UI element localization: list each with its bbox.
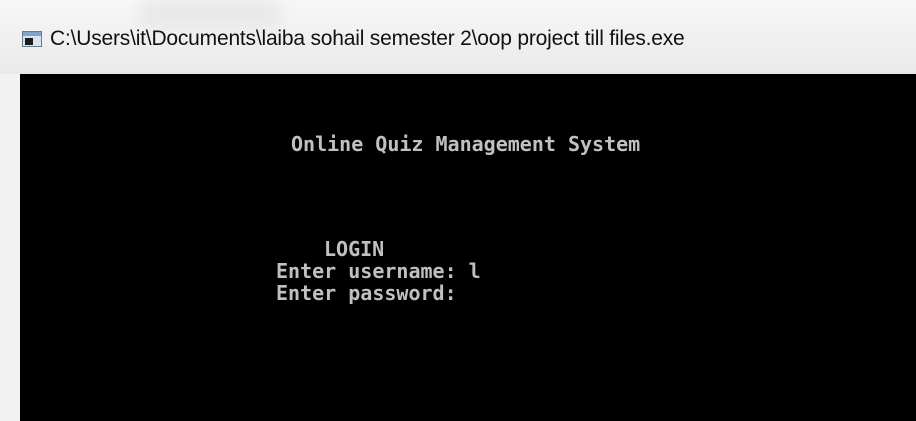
program-heading: Online Quiz Management System [291,132,641,156]
console-icon-bar [23,32,41,36]
username-prompt: Enter username: [276,259,469,283]
window-titlebar[interactable]: C:\Users\it\Documents\laiba sohail semes… [0,0,916,74]
window-title: C:\Users\it\Documents\laiba sohail semes… [50,27,685,50]
password-line: Enter password: [276,282,469,304]
titlebar-glow [140,0,280,26]
window-left-border [0,74,20,421]
console-app-icon[interactable] [22,31,42,47]
console-window: C:\Users\it\Documents\laiba sohail semes… [0,0,916,421]
password-prompt: Enter password: [276,281,469,305]
console-icon-screen [25,38,33,45]
login-heading: LOGIN [324,237,385,261]
username-line: Enter username: l [276,260,481,282]
username-value[interactable]: l [469,259,481,283]
console-output-area[interactable]: Online Quiz Management System LOGIN Ente… [20,74,916,421]
